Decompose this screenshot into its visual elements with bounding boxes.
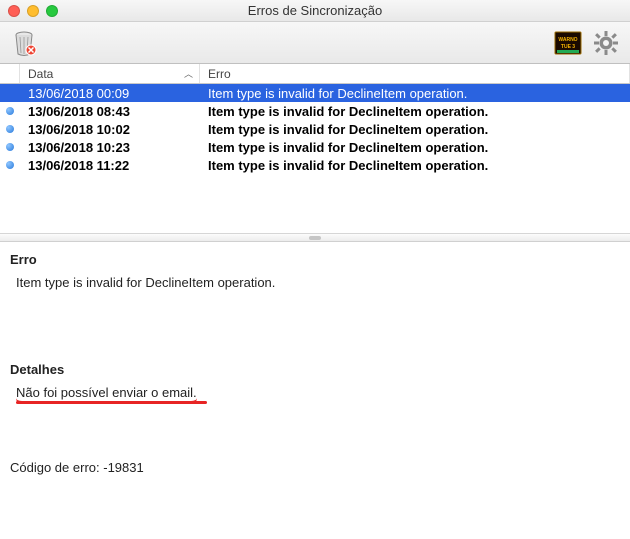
window-controls xyxy=(8,5,58,17)
settings-button[interactable] xyxy=(590,27,622,59)
minimize-icon[interactable] xyxy=(27,5,39,17)
log-button[interactable]: WARNO TUE 3 xyxy=(552,27,584,59)
status-dot-icon xyxy=(6,161,14,169)
status-dot-icon xyxy=(6,107,14,115)
column-erro-label: Erro xyxy=(208,67,231,81)
svg-text:TUE 3: TUE 3 xyxy=(561,44,575,50)
column-status[interactable] xyxy=(0,64,20,83)
row-error: Item type is invalid for DeclineItem ope… xyxy=(200,86,630,101)
row-date: 13/06/2018 00:09 xyxy=(20,86,200,101)
split-handle[interactable] xyxy=(0,234,630,242)
column-data[interactable]: Data ︿ xyxy=(20,64,200,83)
column-erro[interactable]: Erro xyxy=(200,64,630,83)
error-code-value: -19831 xyxy=(103,460,143,475)
erro-section-text: Item type is invalid for DeclineItem ope… xyxy=(10,267,620,290)
status-dot-icon xyxy=(6,143,14,151)
row-error: Item type is invalid for DeclineItem ope… xyxy=(200,158,630,173)
status-dot-icon xyxy=(6,125,14,133)
erro-section-title: Erro xyxy=(10,252,620,267)
row-date: 13/06/2018 08:43 xyxy=(20,104,200,119)
detalhes-section-title: Detalhes xyxy=(10,362,620,377)
toolbar: WARNO TUE 3 xyxy=(0,22,630,64)
gear-icon xyxy=(593,30,619,56)
window-title: Erros de Sincronização xyxy=(0,3,630,18)
row-date: 13/06/2018 10:23 xyxy=(20,140,200,155)
close-icon[interactable] xyxy=(8,5,20,17)
delete-button[interactable] xyxy=(8,27,40,59)
row-error: Item type is invalid for DeclineItem ope… xyxy=(200,122,630,137)
row-status xyxy=(0,125,20,133)
error-code: Código de erro: -19831 xyxy=(10,460,620,475)
row-date: 13/06/2018 11:22 xyxy=(20,158,200,173)
column-data-label: Data xyxy=(28,67,53,81)
detalhes-section-text: Não foi possível enviar o email. xyxy=(10,377,620,404)
sync-errors-window: Erros de Sincronização WARNO TUE 3 xyxy=(0,0,630,539)
row-status xyxy=(0,143,20,151)
row-date: 13/06/2018 10:02 xyxy=(20,122,200,137)
table-header: Data ︿ Erro xyxy=(0,64,630,84)
trash-icon xyxy=(9,28,39,58)
sort-indicator-icon: ︿ xyxy=(184,67,193,80)
log-icon: WARNO TUE 3 xyxy=(554,31,582,55)
table-body: 13/06/2018 00:09Item type is invalid for… xyxy=(0,84,630,174)
detalhes-text: Não foi possível enviar o email. xyxy=(16,385,197,400)
grip-icon xyxy=(309,236,321,240)
table-row[interactable]: 13/06/2018 11:22Item type is invalid for… xyxy=(0,156,630,174)
row-error: Item type is invalid for DeclineItem ope… xyxy=(200,140,630,155)
table-row[interactable]: 13/06/2018 10:02Item type is invalid for… xyxy=(0,120,630,138)
detail-pane: Erro Item type is invalid for DeclineIte… xyxy=(0,242,630,485)
svg-text:WARNO: WARNO xyxy=(558,37,577,43)
error-code-label: Código de erro: xyxy=(10,460,103,475)
table-row[interactable]: 13/06/2018 00:09Item type is invalid for… xyxy=(0,84,630,102)
titlebar: Erros de Sincronização xyxy=(0,0,630,22)
row-status xyxy=(0,161,20,169)
row-status xyxy=(0,107,20,115)
table-row[interactable]: 13/06/2018 08:43Item type is invalid for… xyxy=(0,102,630,120)
table-row[interactable]: 13/06/2018 10:23Item type is invalid for… xyxy=(0,138,630,156)
zoom-icon[interactable] xyxy=(46,5,58,17)
annotation-underline: Não foi possível enviar o email. xyxy=(16,385,197,404)
row-error: Item type is invalid for DeclineItem ope… xyxy=(200,104,630,119)
table-empty-area xyxy=(0,174,630,234)
